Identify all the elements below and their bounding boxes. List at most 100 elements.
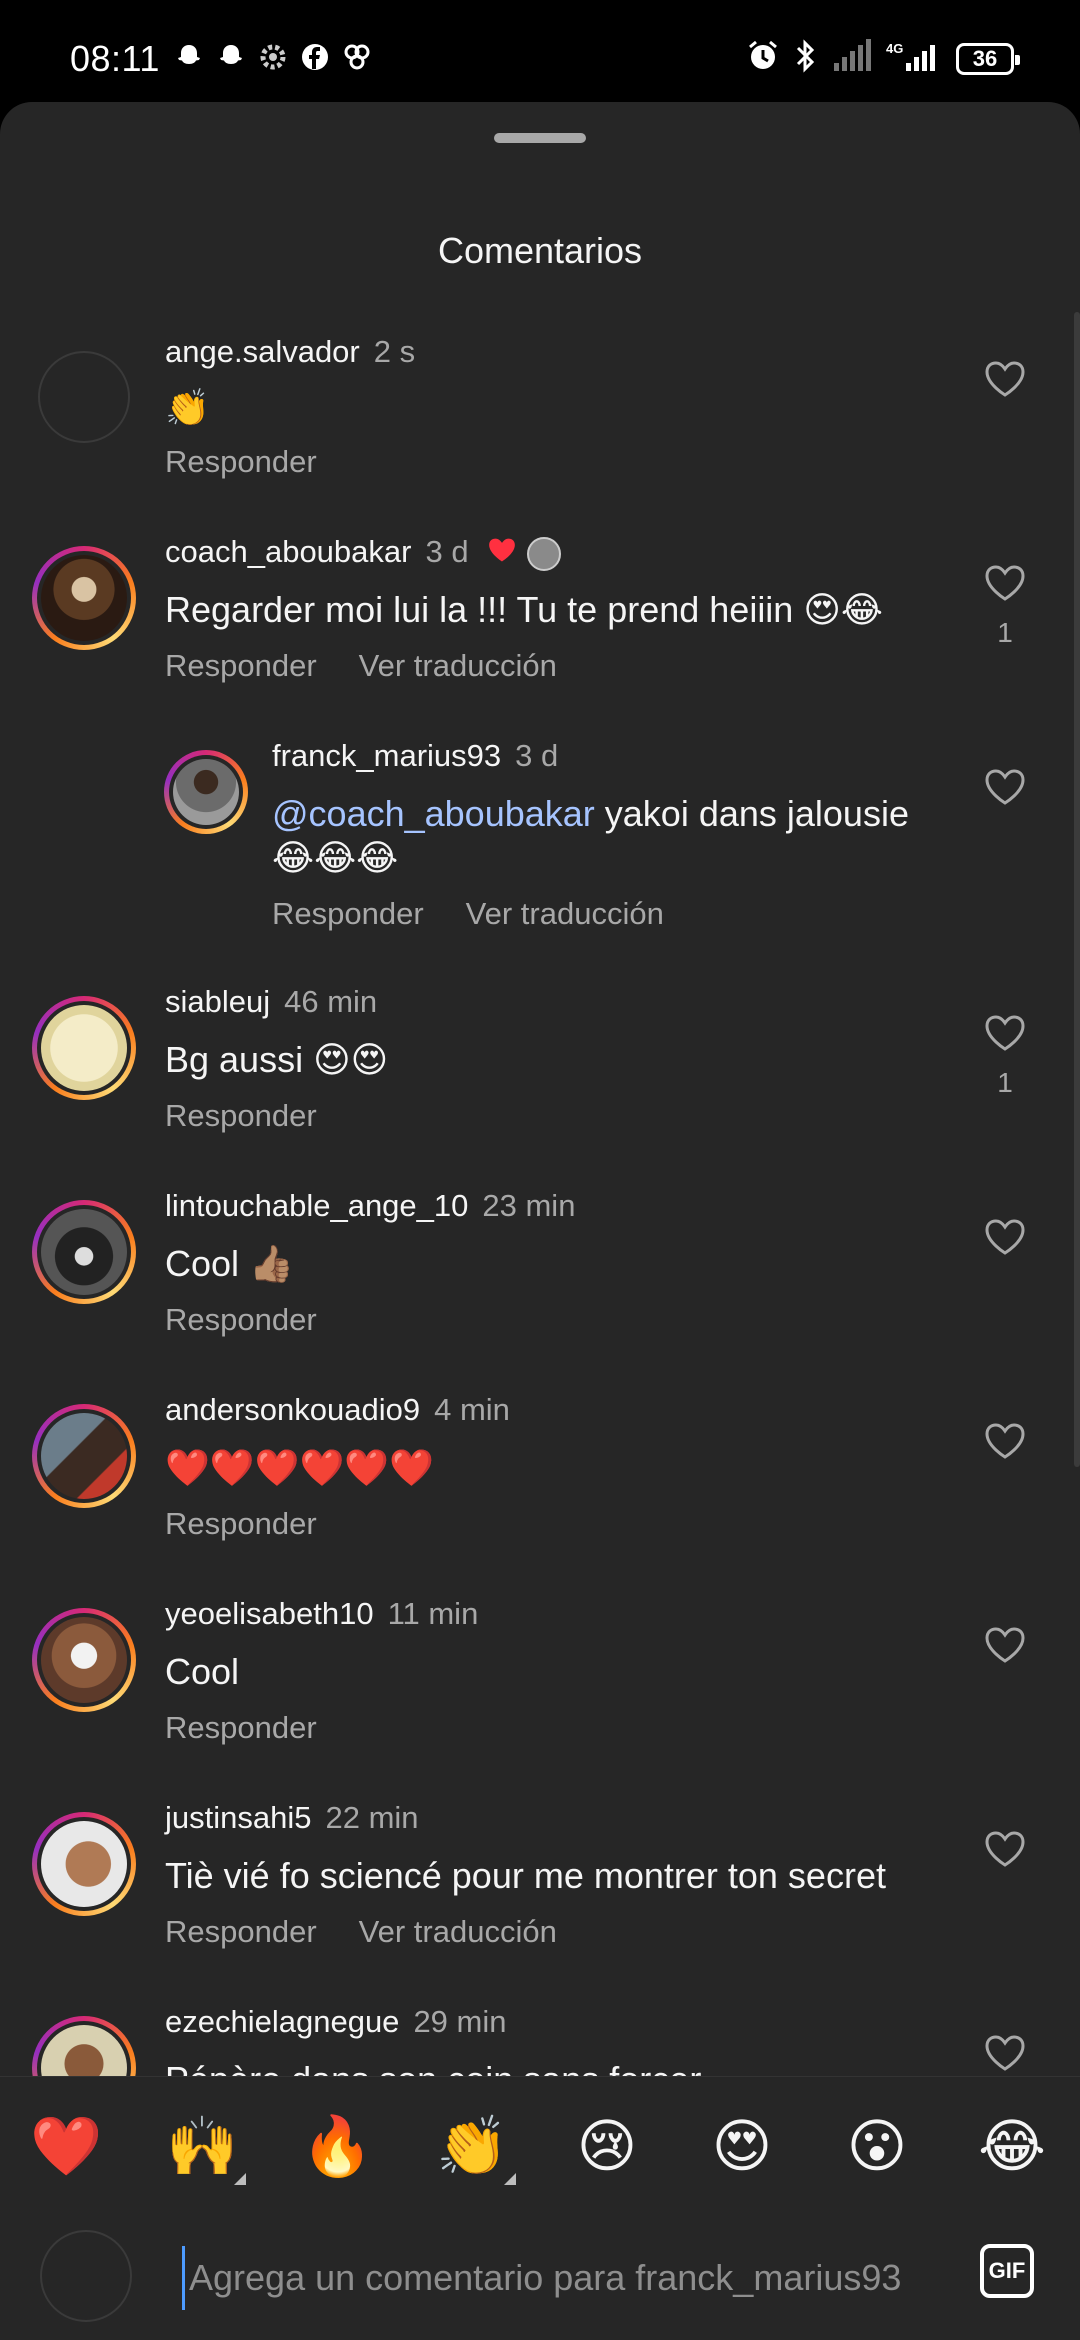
comment-username[interactable]: siableuj — [165, 984, 270, 1019]
app-icon — [340, 40, 374, 74]
avatar[interactable] — [32, 1404, 136, 1508]
reply-button[interactable]: Responder — [165, 1098, 317, 1133]
comment-text: Tiè vié fo sciencé pour me montrer ton s… — [165, 1855, 886, 1896]
like-button[interactable] — [982, 768, 1028, 821]
avatar[interactable] — [32, 2016, 136, 2078]
svg-text:4G: 4G — [886, 41, 903, 56]
emoji-heart-eyes[interactable]: 😍 — [706, 2111, 778, 2183]
comment-username[interactable]: lintouchable_ange_10 — [165, 1188, 468, 1223]
facebook-icon — [298, 40, 332, 74]
emoji-surprised[interactable]: 😮 — [841, 2111, 913, 2183]
alarm-icon — [746, 39, 780, 78]
comment-username[interactable]: yeoelisabeth10 — [165, 1596, 374, 1631]
avatar[interactable] — [38, 351, 130, 443]
reply-button[interactable]: Responder — [165, 1710, 317, 1745]
avatar[interactable] — [32, 1200, 136, 1304]
emoji-crying[interactable]: 😢 — [571, 2111, 643, 2183]
gear-icon — [256, 40, 290, 74]
comment-time: 29 min — [413, 2004, 507, 2039]
avatar[interactable] — [32, 1812, 136, 1916]
emoji-glyph: 👏 — [436, 2114, 509, 2179]
comment-input[interactable]: Agrega un comentario para franck_marius9… — [182, 2246, 959, 2310]
emoji-heart[interactable]: ❤️ — [30, 2111, 102, 2183]
gif-icon[interactable]: GIF — [980, 2244, 1034, 2298]
comment-username[interactable]: justinsahi5 — [165, 1800, 311, 1835]
notification-icons — [172, 40, 374, 74]
comment-text: Regarder moi lui la !!! Tu te prend heii… — [165, 589, 883, 630]
comment-list[interactable]: ange.salvador 2 s 👏 Responder coach_aboub… — [0, 318, 1080, 2078]
my-avatar — [40, 2230, 132, 2322]
comment-username[interactable]: ezechielagnegue — [165, 2004, 399, 2039]
comment-time: 3 d — [425, 534, 469, 569]
sheet-drag-handle[interactable] — [494, 133, 586, 143]
emoji-laughing[interactable]: 😂 — [976, 2111, 1048, 2183]
emoji-raised-hands[interactable]: 🙌 — [166, 2111, 246, 2185]
heart-icon — [985, 1423, 1025, 1459]
comment-time: 2 s — [373, 334, 416, 369]
comment-text: Cool 👍🏽 — [165, 1243, 294, 1284]
reply-button[interactable]: Responder — [272, 896, 424, 931]
comment-time: 11 min — [387, 1596, 479, 1631]
comment-username[interactable]: franck_marius93 — [272, 738, 501, 773]
status-bar: 08:11 4G 36 — [0, 0, 1080, 100]
signal-icon — [832, 39, 872, 78]
avatar[interactable] — [32, 546, 136, 650]
avatar[interactable] — [32, 1608, 136, 1712]
reply-button[interactable]: Responder — [165, 1506, 317, 1541]
comment-text: @coach_aboubakar yakoi dans jalousie 😂😂😂 — [272, 792, 952, 880]
comment-text: ❤️❤️❤️❤️❤️❤️ — [165, 1447, 434, 1488]
comment-time: 22 min — [325, 1800, 419, 1835]
heart-icon — [985, 1219, 1025, 1255]
emoji-reaction-bar: ❤️ 🙌 🔥 👏 😢 😍 😮 😂 — [0, 2076, 1080, 2217]
snapchat-icon — [172, 40, 206, 74]
like-button[interactable] — [982, 1218, 1028, 1271]
comment-time: 46 min — [284, 984, 378, 1019]
like-button[interactable]: 1 — [982, 564, 1028, 649]
emoji-clapping[interactable]: 👏 — [436, 2111, 516, 2185]
avatar[interactable] — [164, 750, 248, 834]
status-time: 08:11 — [70, 38, 160, 79]
comment-username[interactable]: ange.salvador — [165, 334, 360, 369]
emoji-fire[interactable]: 🔥 — [301, 2111, 373, 2183]
heart-icon — [985, 1015, 1025, 1051]
translate-button[interactable]: Ver traducción — [359, 1914, 557, 1949]
heart-icon — [985, 1831, 1025, 1867]
translate-button[interactable]: Ver traducción — [359, 648, 557, 683]
bluetooth-icon — [794, 38, 818, 79]
mention-link[interactable]: @coach_aboubakar — [272, 793, 595, 834]
like-button[interactable]: 1 — [982, 1014, 1028, 1099]
snapchat-icon — [214, 40, 248, 74]
comment-text: Pépère dans son coin sans forcer — [165, 2058, 701, 2078]
sheet-title: Comentarios — [437, 230, 643, 271]
translate-button[interactable]: Ver traducción — [466, 896, 664, 931]
reply-button[interactable]: Responder — [165, 1302, 317, 1337]
like-button[interactable] — [982, 1422, 1028, 1475]
like-button[interactable] — [982, 360, 1028, 413]
heart-icon — [985, 565, 1025, 601]
battery-level: 36 — [972, 45, 998, 71]
creator-liked-heart-icon — [487, 536, 517, 572]
comment-username[interactable]: coach_aboubakar — [165, 534, 411, 569]
skin-tone-indicator — [234, 2173, 246, 2185]
like-button[interactable] — [982, 2034, 1028, 2077]
reply-button[interactable]: Responder — [165, 1914, 317, 1949]
signal-4g-icon: 4G — [886, 39, 942, 78]
heart-icon — [985, 361, 1025, 397]
heart-icon — [985, 1627, 1025, 1663]
avatar[interactable] — [32, 996, 136, 1100]
comment-time: 23 min — [482, 1188, 576, 1223]
reply-button[interactable]: Responder — [165, 444, 317, 479]
system-icons: 4G 36 — [746, 38, 1020, 79]
skin-tone-indicator — [504, 2173, 516, 2185]
comment-username[interactable]: andersonkouadio9 — [165, 1392, 420, 1427]
like-button[interactable] — [982, 1626, 1028, 1679]
emoji-glyph: 🙌 — [166, 2114, 239, 2179]
like-count: 1 — [997, 1067, 1013, 1098]
heart-icon — [985, 769, 1025, 805]
comment-time: 3 d — [515, 738, 559, 773]
like-button[interactable] — [982, 1830, 1028, 1883]
comment-text: Bg aussi 😍😍 — [165, 1039, 389, 1080]
comment-composer: Agrega un comentario para franck_marius9… — [0, 2216, 1080, 2340]
creator-avatar — [527, 536, 562, 571]
reply-button[interactable]: Responder — [165, 648, 317, 683]
